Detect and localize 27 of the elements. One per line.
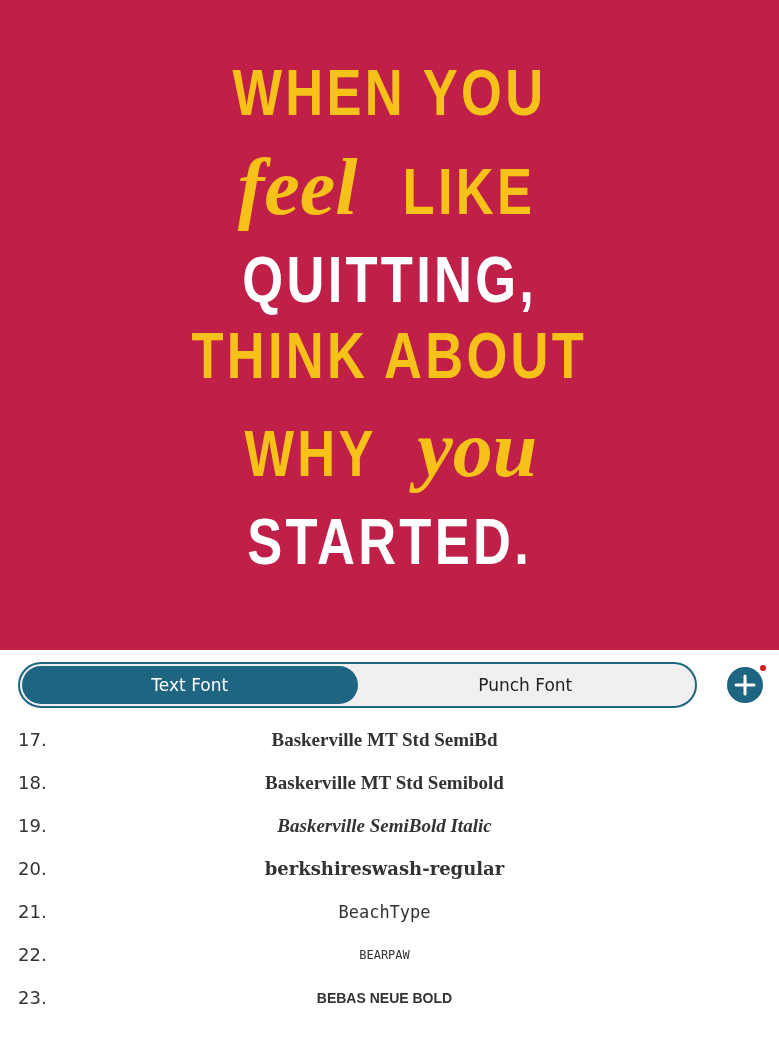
font-number: 20.	[18, 858, 48, 879]
font-name[interactable]: BEARPAW	[128, 947, 641, 962]
quote-text: you	[409, 397, 550, 502]
font-number: 19.	[18, 815, 48, 836]
quote-text: feel	[236, 141, 359, 233]
quote-text: WHEN YOU	[232, 58, 547, 129]
notification-dot	[760, 665, 766, 671]
font-type-tab[interactable]: Text Font	[22, 666, 358, 704]
font-number: 21.	[18, 901, 48, 922]
font-type-tab[interactable]: Punch Font	[357, 666, 693, 704]
font-name[interactable]: Baskerville SemiBold Italic	[128, 814, 641, 837]
quote-text: LIKE	[402, 156, 535, 227]
font-number: 17.	[18, 729, 48, 750]
font-name[interactable]: Baskerville MT Std Semibold	[128, 771, 641, 794]
font-number: 22.	[18, 944, 48, 965]
quote-text: QUITTING,	[242, 244, 537, 315]
font-name[interactable]: Baskerville MT Std SemiBd	[128, 728, 641, 751]
quote-text: WHY	[244, 419, 377, 490]
plus-icon	[727, 667, 763, 703]
quote-text: THINK ABOUT	[191, 321, 588, 392]
font-number: 23.	[18, 987, 48, 1008]
font-name[interactable]: BeachType	[128, 901, 641, 922]
font-name[interactable]: berkshireswash-regular	[128, 858, 641, 879]
font-number: 18.	[18, 772, 48, 793]
add-button[interactable]	[727, 667, 763, 703]
quote-text: STARTED.	[247, 507, 532, 578]
font-name[interactable]: BEBAS NEUE BOLD	[128, 989, 641, 1006]
